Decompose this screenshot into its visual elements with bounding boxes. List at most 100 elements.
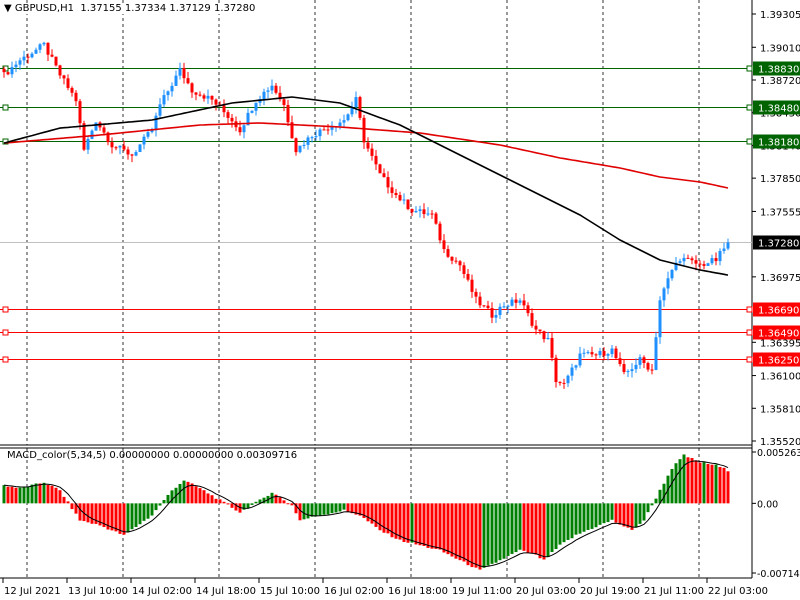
level-handle-right: [746, 356, 753, 363]
macd-histogram-bar: [718, 467, 722, 504]
candle-body: [546, 337, 550, 340]
candle-body: [634, 364, 638, 370]
price-tick-label: 1.37850: [760, 174, 800, 185]
candle-body: [474, 291, 478, 297]
candle-body: [426, 213, 430, 215]
macd-histogram-bar: [482, 503, 486, 568]
candle-body: [722, 248, 726, 251]
candle-body: [374, 155, 378, 165]
candle-body: [414, 210, 418, 213]
macd-histogram-bar: [414, 503, 418, 545]
macd-histogram-bar: [338, 503, 342, 512]
macd-histogram-bar: [498, 503, 502, 561]
candle-body: [158, 104, 162, 116]
candle-body: [194, 92, 198, 95]
macd-histogram-bar: [58, 490, 62, 504]
macd-histogram-bar: [38, 483, 42, 504]
candle-body: [482, 305, 486, 307]
candle-body: [498, 306, 502, 316]
macd-histogram-bar: [434, 503, 438, 549]
candle-body: [646, 363, 650, 370]
macd-histogram-bar: [530, 503, 534, 554]
candle-body: [706, 263, 710, 266]
candle-body: [130, 154, 134, 156]
candle-body: [282, 99, 286, 105]
candle-body: [378, 164, 382, 174]
candle-body: [26, 56, 30, 58]
candle-body: [182, 67, 186, 79]
macd-histogram-bar: [54, 487, 58, 504]
macd-histogram-bar: [70, 503, 74, 510]
candle-body: [134, 152, 138, 156]
candle-body: [86, 138, 90, 150]
macd-histogram-bar: [674, 463, 678, 504]
candle-body: [698, 263, 702, 265]
candle-body: [510, 299, 514, 306]
candle-body: [678, 261, 682, 263]
macd-histogram-bar: [290, 503, 294, 506]
macd-histogram-bar: [14, 487, 18, 504]
macd-histogram-bar: [126, 503, 130, 533]
candle-body: [630, 369, 634, 372]
candle-body: [122, 145, 126, 150]
time-tick-label: 15 Jul 10:00: [260, 586, 320, 597]
macd-histogram-bar: [706, 463, 710, 504]
macd-histogram-bar: [522, 503, 526, 551]
macd-histogram-bar: [366, 503, 370, 522]
candle-body: [406, 199, 410, 210]
candle-body: [602, 351, 606, 356]
macd-histogram-bar: [602, 503, 606, 524]
macd-histogram-bar: [690, 458, 694, 504]
level-price-label: 1.36690: [758, 306, 799, 317]
candle-body: [682, 257, 686, 262]
chart-header: ▼ GBPUSD,H1 1.37155 1.37334 1.37129 1.37…: [4, 3, 256, 14]
candle-body: [54, 56, 58, 66]
macd-histogram-bar: [422, 503, 426, 546]
price-chart[interactable]: 1.393051.390101.387201.384301.381401.378…: [0, 0, 800, 600]
macd-histogram-bar: [486, 503, 490, 566]
macd-histogram-bar: [30, 484, 34, 504]
macd-histogram-bar: [566, 503, 570, 540]
macd-histogram-bar: [710, 464, 714, 504]
macd-histogram-bar: [642, 503, 646, 521]
macd-histogram-bar: [194, 486, 198, 504]
macd-histogram-bar: [646, 503, 650, 513]
macd-histogram-bar: [526, 503, 530, 554]
macd-histogram-bar: [314, 503, 318, 517]
macd-tick-label: 0.00: [757, 499, 778, 510]
candle-body: [726, 242, 730, 249]
level-handle-right: [746, 138, 753, 145]
price-tick-label: 1.36975: [760, 273, 800, 284]
candle-body: [322, 129, 326, 131]
candle-body: [114, 147, 118, 149]
candle-body: [462, 265, 466, 274]
candle-body: [154, 115, 158, 131]
candle-body: [162, 95, 166, 105]
candle-body: [190, 83, 194, 93]
macd-histogram-bar: [450, 503, 454, 557]
time-tick-label: 20 Jul 19:00: [580, 586, 640, 597]
macd-histogram-bar: [66, 501, 70, 504]
candle-body: [174, 75, 178, 86]
candle-body: [662, 288, 666, 301]
macd-histogram-bar: [430, 503, 434, 549]
collapse-triangle-icon[interactable]: ▼: [4, 3, 12, 14]
macd-histogram-bar: [638, 503, 642, 524]
macd-histogram-bar: [470, 503, 474, 568]
macd-histogram-bar: [662, 483, 666, 504]
candle-body: [274, 85, 278, 93]
candle-body: [166, 91, 170, 96]
macd-histogram-bar: [698, 462, 702, 504]
candle-body: [78, 101, 82, 124]
macd-histogram-bar: [466, 503, 470, 566]
candle-body: [262, 91, 266, 100]
candle-body: [202, 95, 206, 99]
candle-body: [430, 213, 434, 215]
candle-body: [586, 352, 590, 354]
macd-histogram-bar: [442, 503, 446, 553]
level-handle-right: [746, 65, 753, 72]
macd-histogram-bar: [610, 503, 614, 520]
candle-body: [342, 120, 346, 123]
price-tick-label: 1.36100: [760, 372, 800, 383]
candle-body: [286, 104, 290, 123]
